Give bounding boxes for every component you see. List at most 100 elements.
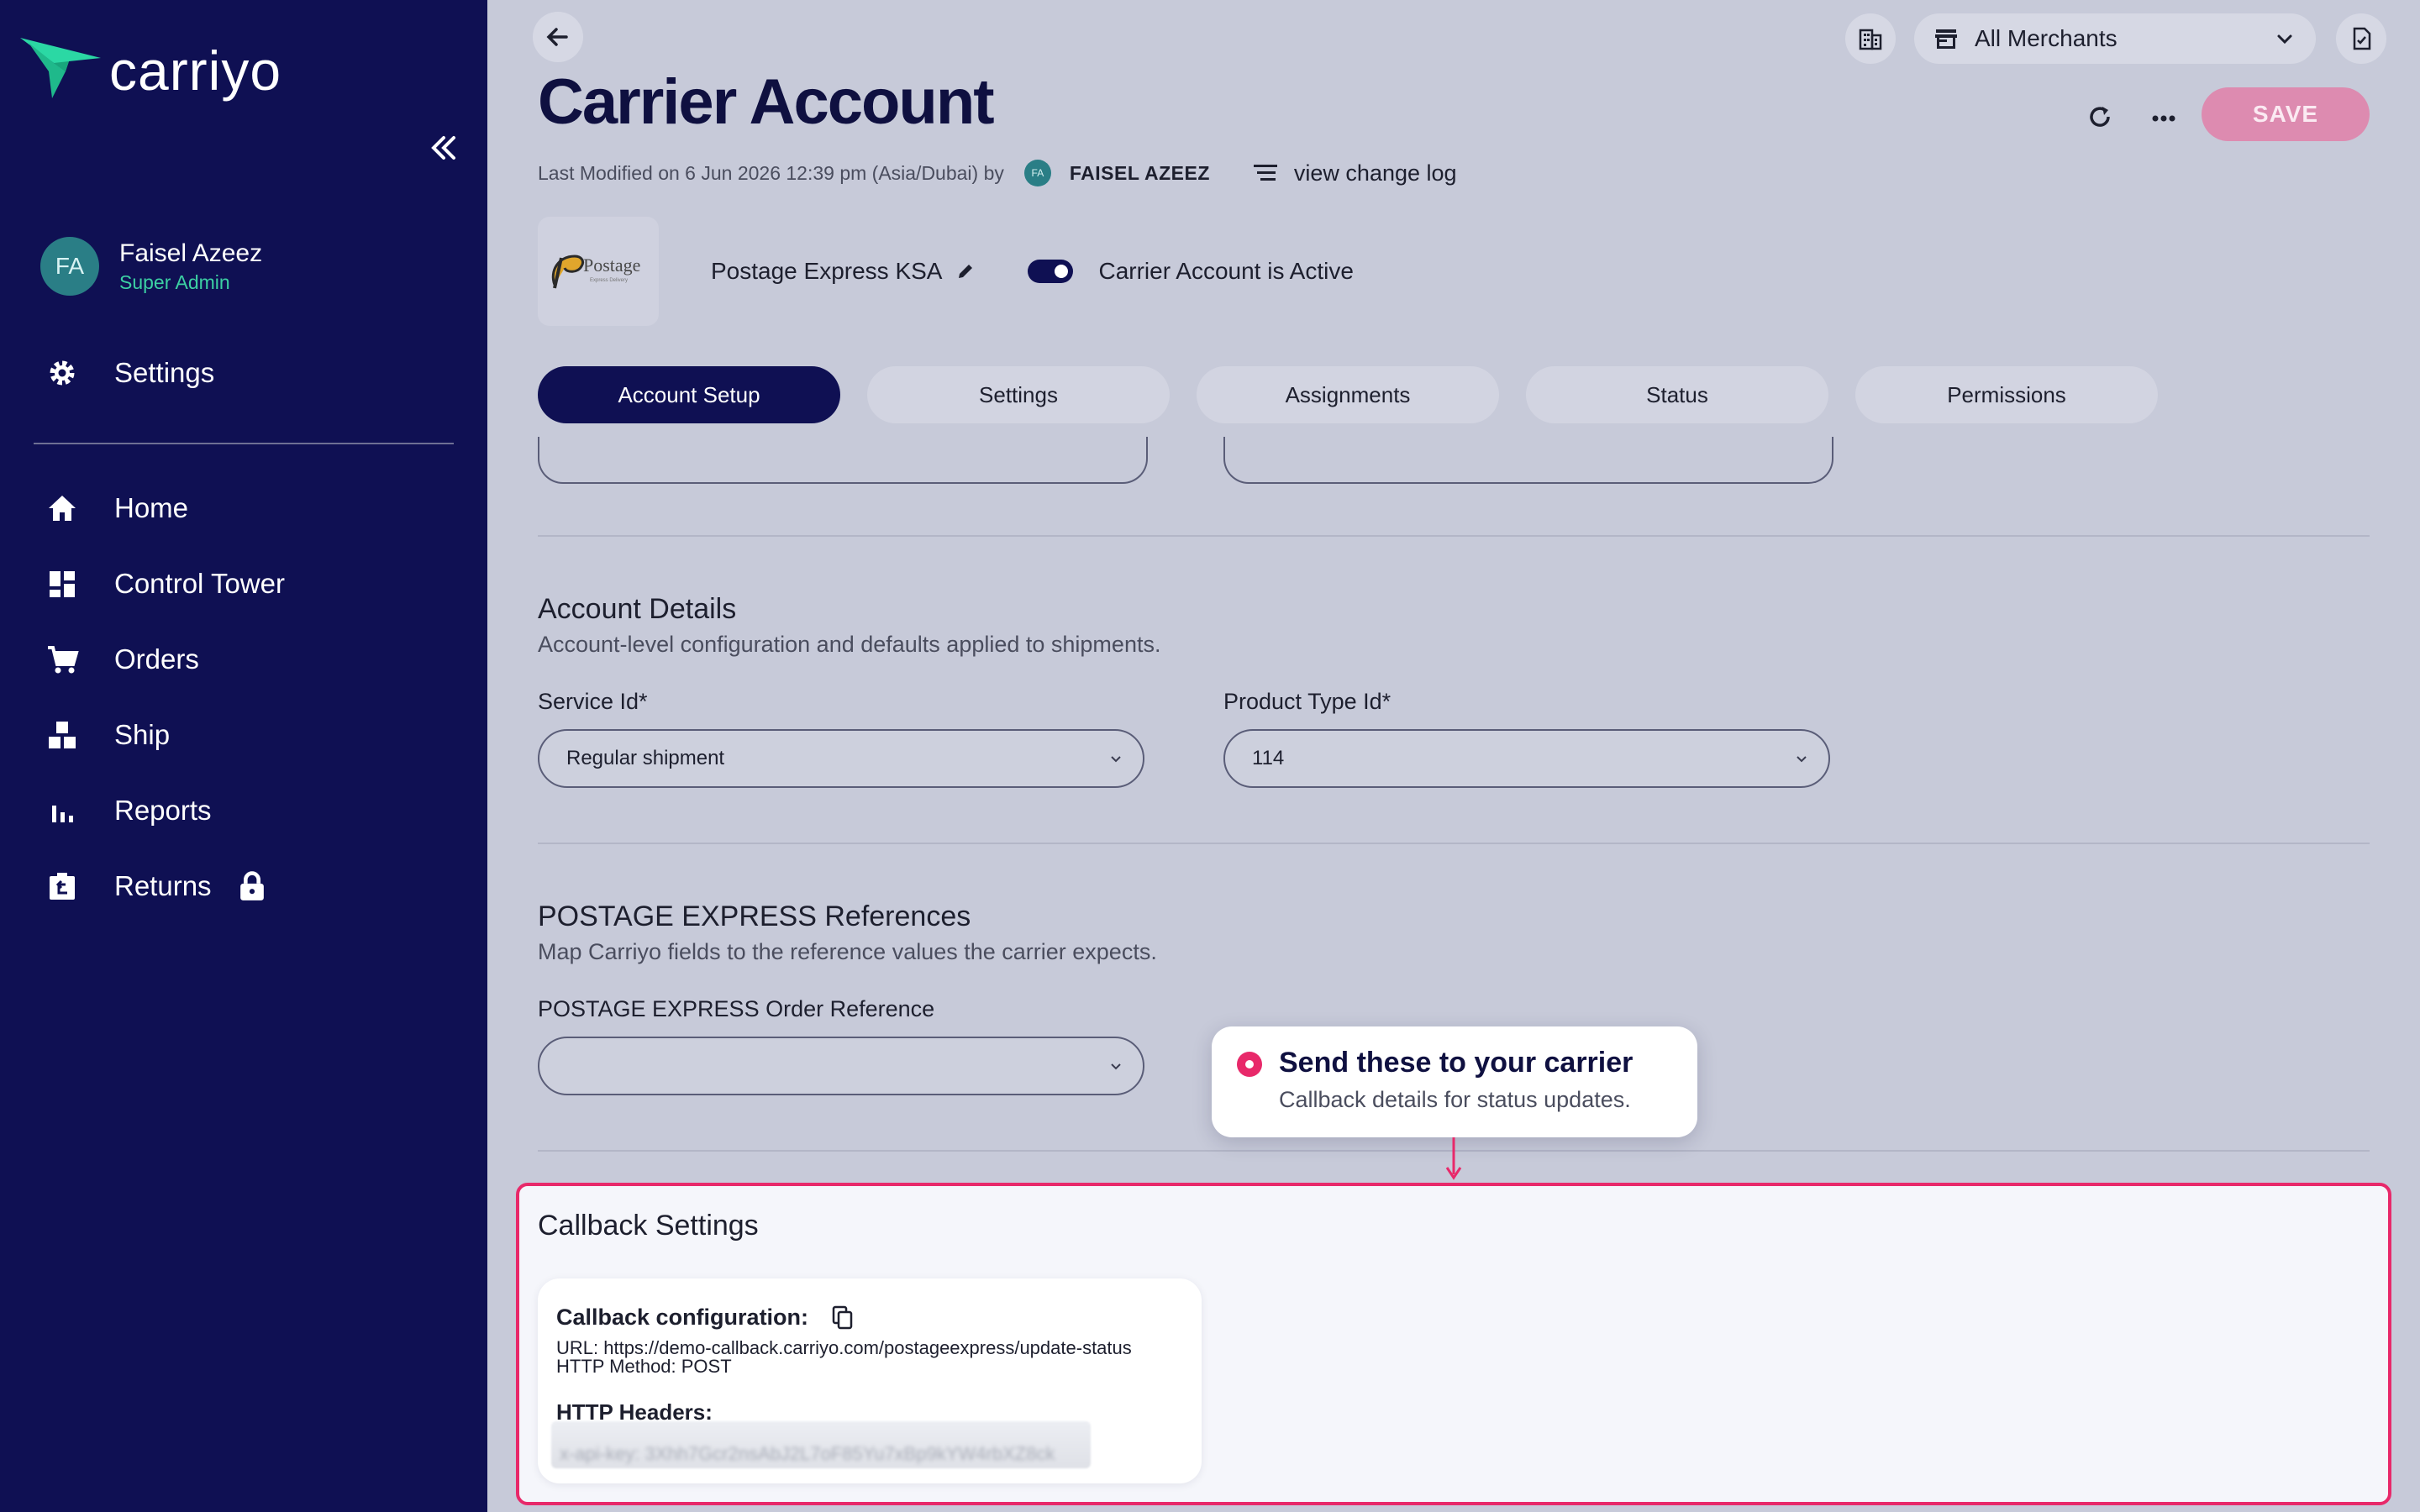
service-id-label: Service Id* [538, 689, 648, 714]
carriyo-logo-mark-icon [20, 38, 101, 98]
last-modified-text: Last Modified on 6 Jun 2026 12:39 pm (As… [538, 161, 1004, 184]
chevron-down-icon [2277, 34, 2292, 45]
tab-settings[interactable]: Settings [867, 366, 1170, 423]
carrier-logo-text: Postage [583, 255, 640, 276]
save-button[interactable]: SAVE [2202, 87, 2370, 141]
divider [538, 535, 2370, 537]
document-check-button[interactable] [2336, 13, 2386, 64]
boxes-icon [49, 722, 76, 748]
tab-status[interactable]: Status [1526, 366, 1828, 423]
document-check-icon [2353, 27, 2371, 50]
carrier-logo-subtext: Express Delivery [590, 278, 628, 283]
sidebar-item-ship[interactable]: Ship [45, 718, 170, 752]
sidebar-item-control-tower[interactable]: Control Tower [45, 567, 285, 601]
chevron-down-icon [1111, 1063, 1121, 1070]
callback-config-header: Callback configuration: [556, 1304, 855, 1331]
sidebar-item-label: Home [114, 492, 189, 523]
references-subtitle: Map Carriyo fields to the reference valu… [538, 939, 1157, 964]
lock-icon [239, 871, 264, 900]
blurred-header-value: x-api-key: 3Xhh7Gcr2nsAbJ2L7oF85Yu7xBp9k… [560, 1443, 1055, 1464]
user-profile[interactable]: FA Faisel Azeez Super Admin [40, 237, 262, 296]
tooltip-subtitle: Callback details for status updates. [1279, 1087, 1631, 1112]
view-change-log-link[interactable]: view change log [1252, 160, 1457, 186]
sidebar-item-settings[interactable]: Settings [45, 356, 214, 390]
postage-express-logo-icon: Postage Express Delivery [551, 255, 640, 289]
store-icon [1935, 29, 1957, 49]
blurred-api-key: x-api-key: 3Xhh7Gcr2nsAbJ2L7oF85Yu7xBp9k… [551, 1421, 1091, 1468]
product-type-id-value: 114 [1252, 747, 1285, 769]
logo-text: carriyo [109, 39, 282, 102]
sidebar-item-label: Settings [114, 357, 215, 388]
tab-account-setup[interactable]: Account Setup [538, 366, 840, 423]
copy-icon[interactable] [830, 1304, 855, 1331]
list-icon [1253, 165, 1277, 181]
view-change-log-label: view change log [1293, 160, 1457, 186]
account-details-title: Account Details [538, 593, 737, 625]
sidebar-item-label: Control Tower [114, 568, 285, 599]
more-options-icon[interactable] [2149, 104, 2178, 133]
carrier-name: Postage Express KSA [711, 258, 943, 284]
sidebar-item-label: Returns [114, 870, 212, 901]
building-icon [1859, 29, 1882, 50]
tooltip-title: Send these to your carrier [1279, 1047, 1634, 1079]
product-type-id-select[interactable]: 114 [1223, 729, 1830, 788]
avatar: FA [1023, 160, 1051, 186]
tab-bar: Account Setup Settings Assignments Statu… [538, 366, 2185, 423]
pencil-icon[interactable] [955, 261, 976, 281]
order-reference-label: POSTAGE EXPRESS Order Reference [538, 996, 935, 1021]
tab-assignments[interactable]: Assignments [1197, 366, 1499, 423]
sidebar-item-home[interactable]: Home [45, 491, 188, 525]
scrolled-field-left[interactable] [538, 437, 1148, 484]
carrier-active-label: Carrier Account is Active [1098, 258, 1354, 284]
chevron-down-icon [1797, 756, 1807, 763]
callback-http-method: HTTP Method: POST [556, 1356, 732, 1377]
service-id-select[interactable]: Regular shipment [538, 729, 1144, 788]
page-title: Carrier Account [538, 66, 995, 138]
refresh-icon[interactable] [2086, 102, 2114, 131]
organization-button[interactable] [1845, 13, 1896, 64]
product-type-id-label: Product Type Id* [1223, 689, 1392, 714]
divider [34, 443, 454, 444]
callback-config-label: Callback configuration: [556, 1304, 809, 1330]
bar-chart-icon [52, 806, 73, 822]
return-box-icon [50, 873, 75, 900]
back-button[interactable] [533, 12, 583, 62]
carriyo-logo[interactable]: carriyo [20, 37, 281, 104]
scrolled-field-right[interactable] [1223, 437, 1833, 484]
sidebar-item-label: Reports [114, 795, 212, 826]
callback-config-card: Callback configuration: URL: https://dem… [538, 1278, 1202, 1483]
chevron-down-icon [1111, 756, 1121, 763]
last-modified-row: Last Modified on 6 Jun 2026 12:39 pm (As… [538, 160, 1457, 186]
account-details-subtitle: Account-level configuration and defaults… [538, 632, 1161, 657]
merchant-select-value: All Merchants [1975, 25, 2118, 51]
sidebar-item-label: Ship [114, 719, 171, 750]
record-dot-icon [1237, 1052, 1262, 1077]
sidebar-item-reports[interactable]: Reports [45, 794, 212, 827]
cart-icon [48, 646, 79, 674]
order-reference-select[interactable] [538, 1037, 1144, 1095]
collapse-sidebar-icon[interactable] [427, 131, 460, 165]
carrier-header: Postage Express Delivery Postage Express… [538, 217, 1354, 326]
onboarding-tooltip: Send these to your carrier Callback deta… [1212, 1026, 1697, 1137]
merchant-select[interactable]: All Merchants [1914, 13, 2316, 64]
tab-permissions[interactable]: Permissions [1855, 366, 2158, 423]
gear-icon [50, 360, 75, 386]
modified-by-name: FAISEL AZEEZ [1069, 161, 1210, 184]
home-icon [49, 496, 76, 521]
sidebar-item-returns[interactable]: Returns [45, 869, 269, 903]
avatar: FA [40, 237, 99, 296]
references-title: POSTAGE EXPRESS References [538, 900, 971, 932]
arrow-down-icon [1445, 1137, 1462, 1180]
user-name: Faisel Azeez [119, 239, 263, 267]
service-id-value: Regular shipment [566, 747, 725, 769]
dashboard-icon [50, 571, 75, 597]
callback-settings-title: Callback Settings [538, 1210, 759, 1242]
main-content: All Merchants Carrier Account SAVE Last … [487, 0, 2420, 1512]
user-role: Super Admin [119, 270, 230, 293]
carrier-active-toggle[interactable] [1028, 260, 1074, 283]
carrier-logo: Postage Express Delivery [538, 217, 659, 326]
divider [538, 843, 2370, 844]
sidebar: carriyo FA Faisel Azeez Super Admin Sett… [0, 0, 487, 1512]
sidebar-item-orders[interactable]: Orders [45, 643, 199, 676]
arrow-left-icon [546, 28, 568, 46]
